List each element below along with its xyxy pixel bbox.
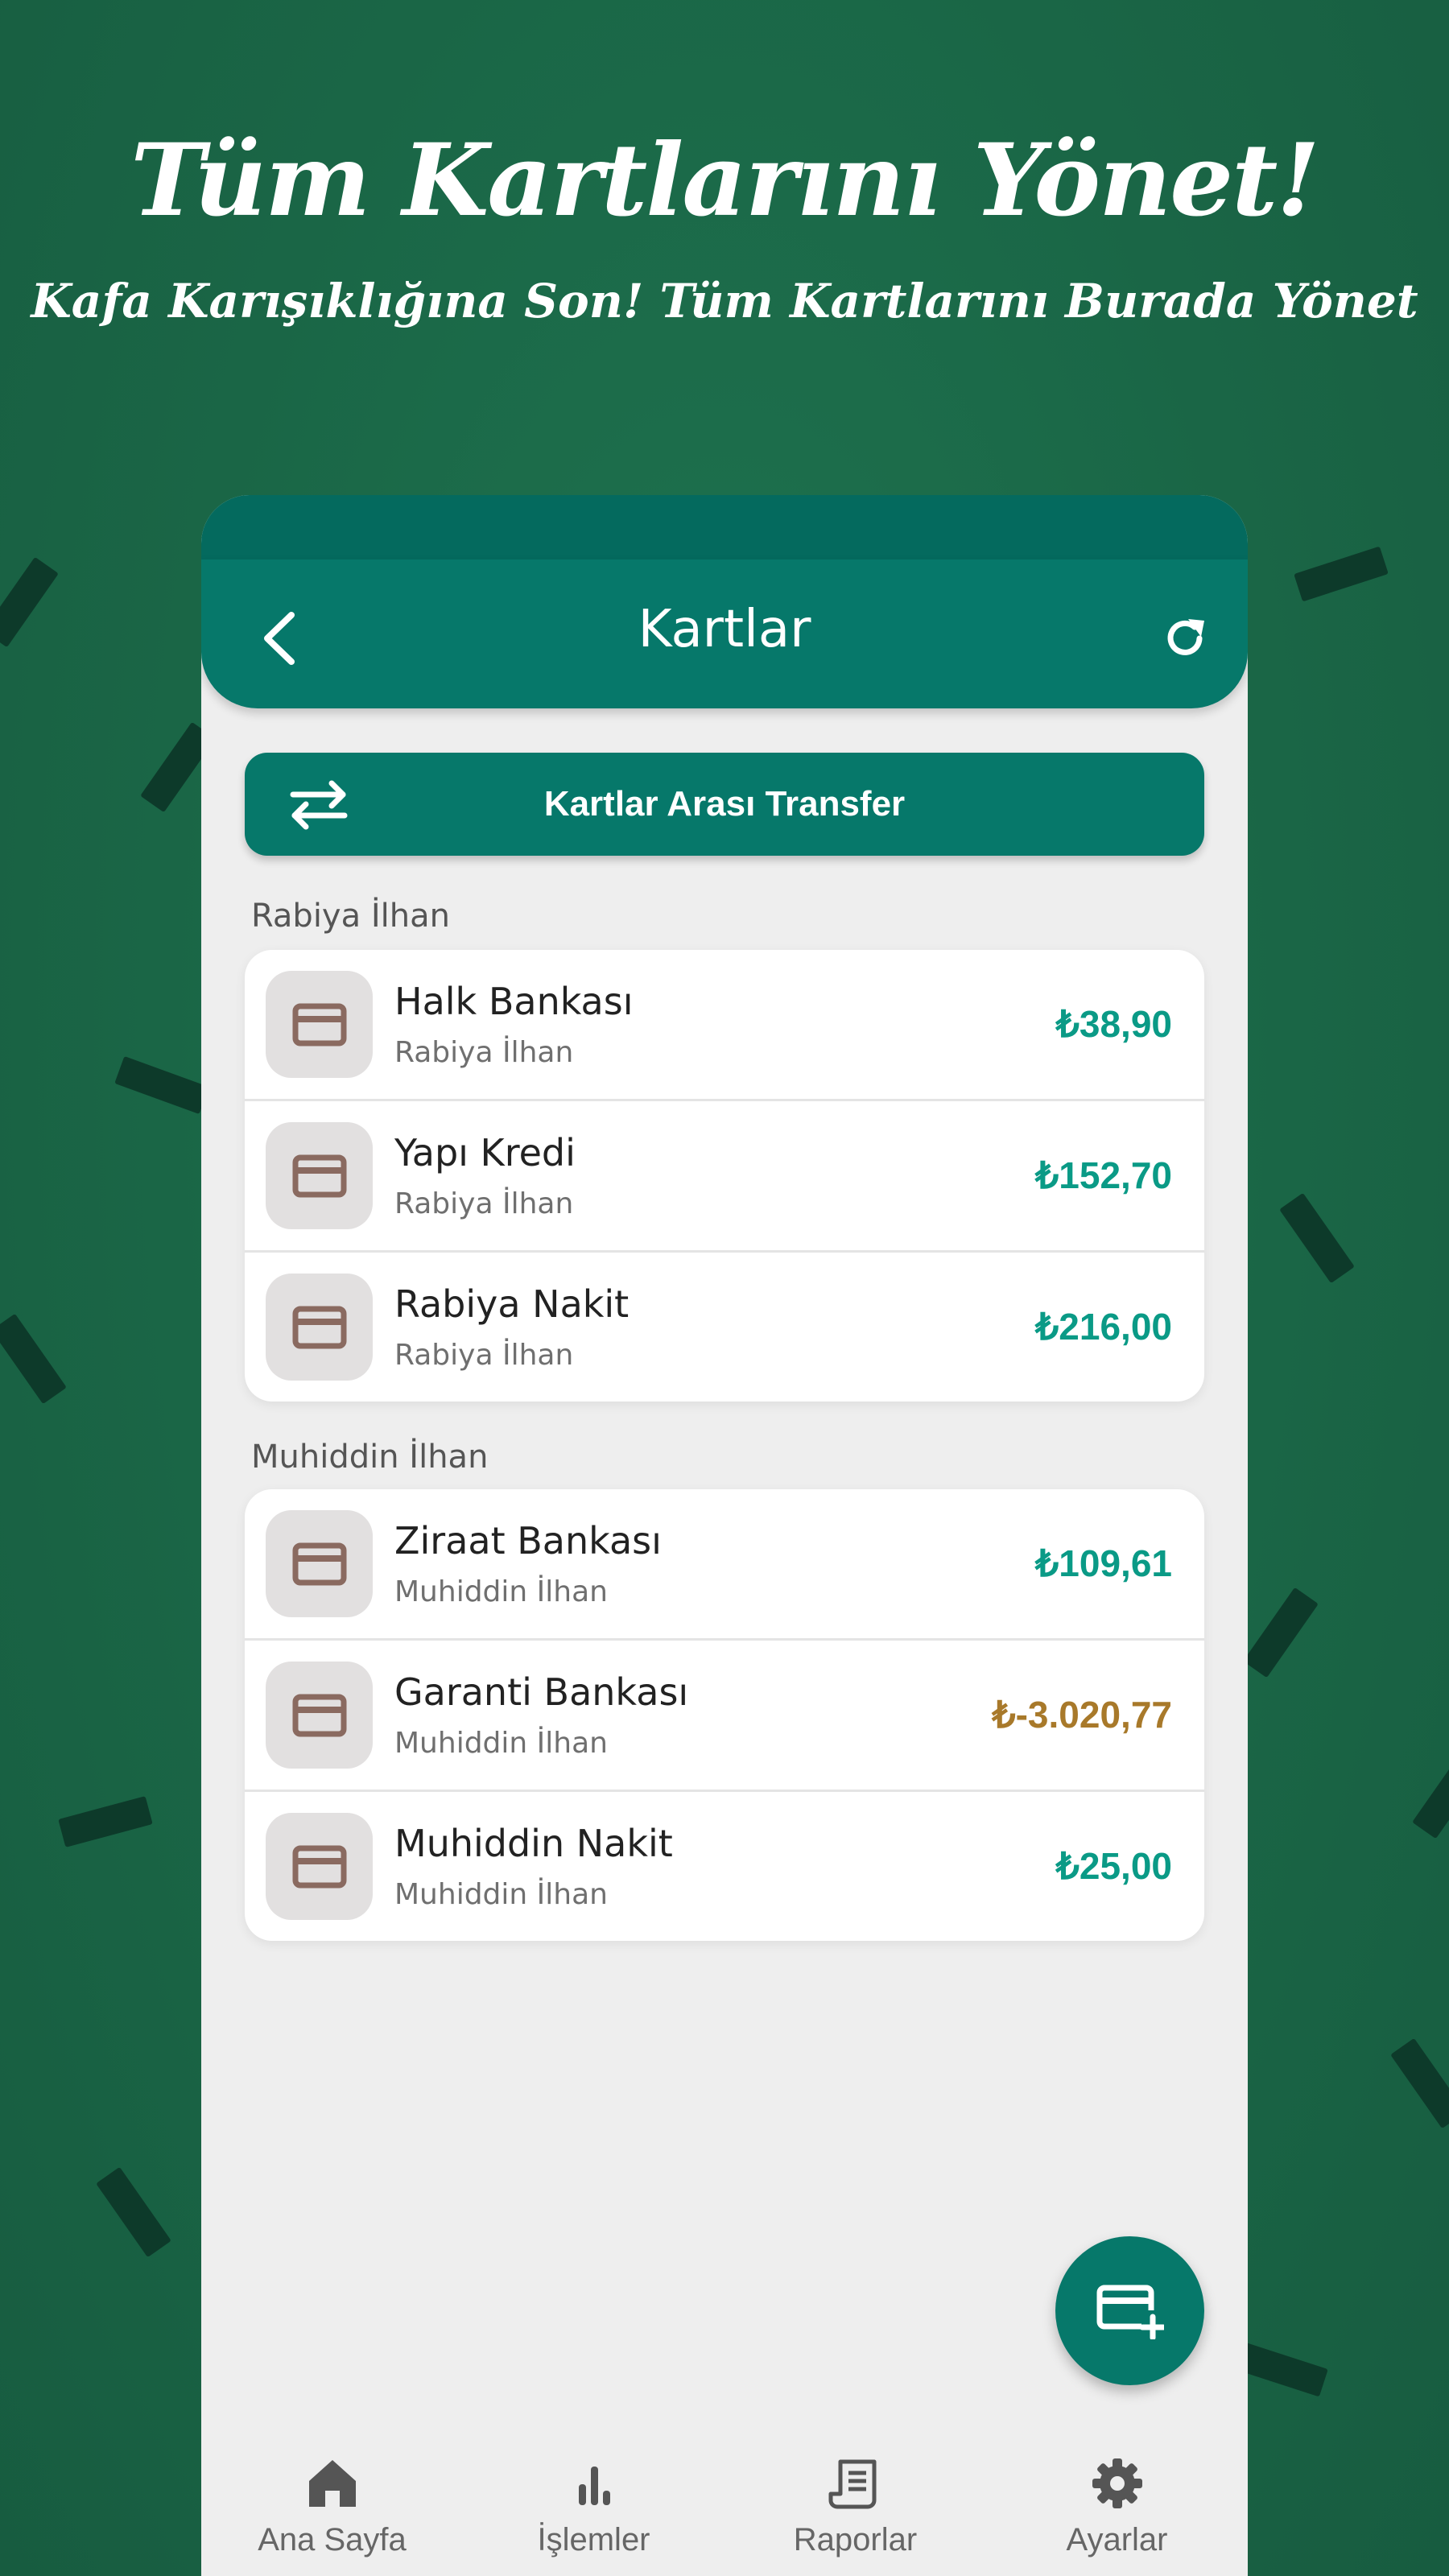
transfer-button[interactable]: Kartlar Arası Transfer <box>245 753 1204 856</box>
group-title-rabiya: Rabiya İlhan <box>251 898 450 935</box>
refresh-button[interactable] <box>1153 606 1217 671</box>
card-row[interactable]: Yapı Kredi Rabiya İlhan ₺152,70 <box>245 1101 1204 1253</box>
card-row[interactable]: Ziraat Bankası Muhiddin İlhan ₺109,61 <box>245 1489 1204 1641</box>
credit-card-icon <box>292 1845 346 1888</box>
card-icon-box <box>266 1813 373 1920</box>
nav-label: İşlemler <box>537 2522 650 2557</box>
card-name: Halk Bankası <box>394 980 634 1023</box>
card-icon-box <box>266 1510 373 1617</box>
nav-item-transactions[interactable]: İşlemler <box>463 2439 724 2576</box>
card-balance: ₺-3.020,77 <box>992 1694 1172 1736</box>
card-icon-box <box>266 971 373 1078</box>
nav-item-settings[interactable]: Ayarlar <box>986 2439 1248 2576</box>
nav-label: Ana Sayfa <box>258 2522 407 2557</box>
card-name: Yapı Kredi <box>394 1131 576 1174</box>
bar-chart-icon <box>578 2467 610 2505</box>
credit-card-icon <box>292 1154 346 1197</box>
card-owner: Rabiya İlhan <box>394 1187 574 1220</box>
nav-label: Ayarlar <box>1066 2522 1168 2557</box>
card-name: Ziraat Bankası <box>394 1519 662 1563</box>
home-icon <box>308 2460 356 2507</box>
card-name: Garanti Bankası <box>394 1670 689 1714</box>
card-name: Muhiddin Nakit <box>394 1822 673 1865</box>
card-icon-box <box>266 1122 373 1229</box>
add-card-button[interactable] <box>1055 2236 1204 2385</box>
card-icon-box <box>266 1274 373 1381</box>
nav-item-home[interactable]: Ana Sayfa <box>201 2439 463 2576</box>
card-row[interactable]: Halk Bankası Rabiya İlhan ₺38,90 <box>245 950 1204 1101</box>
card-row[interactable]: Garanti Bankası Muhiddin İlhan ₺-3.020,7… <box>245 1641 1204 1792</box>
card-owner: Muhiddin İlhan <box>394 1727 608 1760</box>
credit-card-icon <box>292 1003 346 1046</box>
hero: Tüm Kartlarını Yönet! Kafa Karışıklığına… <box>0 121 1449 333</box>
refresh-icon <box>1167 619 1204 655</box>
card-balance: ₺38,90 <box>1055 1003 1172 1045</box>
nav-item-reports[interactable]: Raporlar <box>724 2439 986 2576</box>
card-owner: Rabiya İlhan <box>394 1036 574 1069</box>
bottom-navigation: Ana Sayfa İşlemler Raporlar Ayarlar <box>201 2439 1248 2576</box>
hero-title: Tüm Kartlarını Yönet! <box>130 122 1320 239</box>
card-owner: Muhiddin İlhan <box>394 1878 608 1911</box>
card-owner: Muhiddin İlhan <box>394 1575 608 1608</box>
card-row[interactable]: Muhiddin Nakit Muhiddin İlhan ₺25,00 <box>245 1792 1204 1941</box>
transfer-button-label: Kartlar Arası Transfer <box>543 784 906 824</box>
nav-label: Raporlar <box>793 2522 918 2557</box>
card-balance: ₺25,00 <box>1055 1845 1172 1887</box>
card-list-muhiddin: Ziraat Bankası Muhiddin İlhan ₺109,61 Ga… <box>245 1489 1204 1941</box>
phone-screen: Kartlar Kartlar Arası Transfer Rabiya İl… <box>201 495 1248 2576</box>
group-title-muhiddin: Muhiddin İlhan <box>251 1439 489 1476</box>
card-list-rabiya: Halk Bankası Rabiya İlhan ₺38,90 Yapı Kr… <box>245 950 1204 1402</box>
card-balance: ₺109,61 <box>1035 1542 1172 1584</box>
card-row[interactable]: Rabiya Nakit Rabiya İlhan ₺216,00 <box>245 1253 1204 1402</box>
credit-card-icon <box>292 1542 346 1585</box>
card-balance: ₺152,70 <box>1035 1154 1172 1196</box>
hero-subtitle: Kafa Karışıklığına Son! Tüm Kartlarını B… <box>31 274 1418 328</box>
card-owner: Rabiya İlhan <box>394 1339 574 1372</box>
card-icon-box <box>266 1662 373 1769</box>
credit-card-icon <box>292 1306 346 1348</box>
page-title: Kartlar <box>638 600 811 659</box>
card-balance: ₺216,00 <box>1035 1306 1172 1348</box>
card-name: Rabiya Nakit <box>394 1282 630 1326</box>
app-bar: Kartlar <box>201 559 1248 708</box>
status-bar <box>201 495 1248 559</box>
credit-card-icon <box>292 1694 346 1736</box>
add-card-icon <box>1096 2285 1164 2339</box>
gear-icon <box>1092 2458 1142 2508</box>
receipt-icon <box>828 2459 876 2509</box>
